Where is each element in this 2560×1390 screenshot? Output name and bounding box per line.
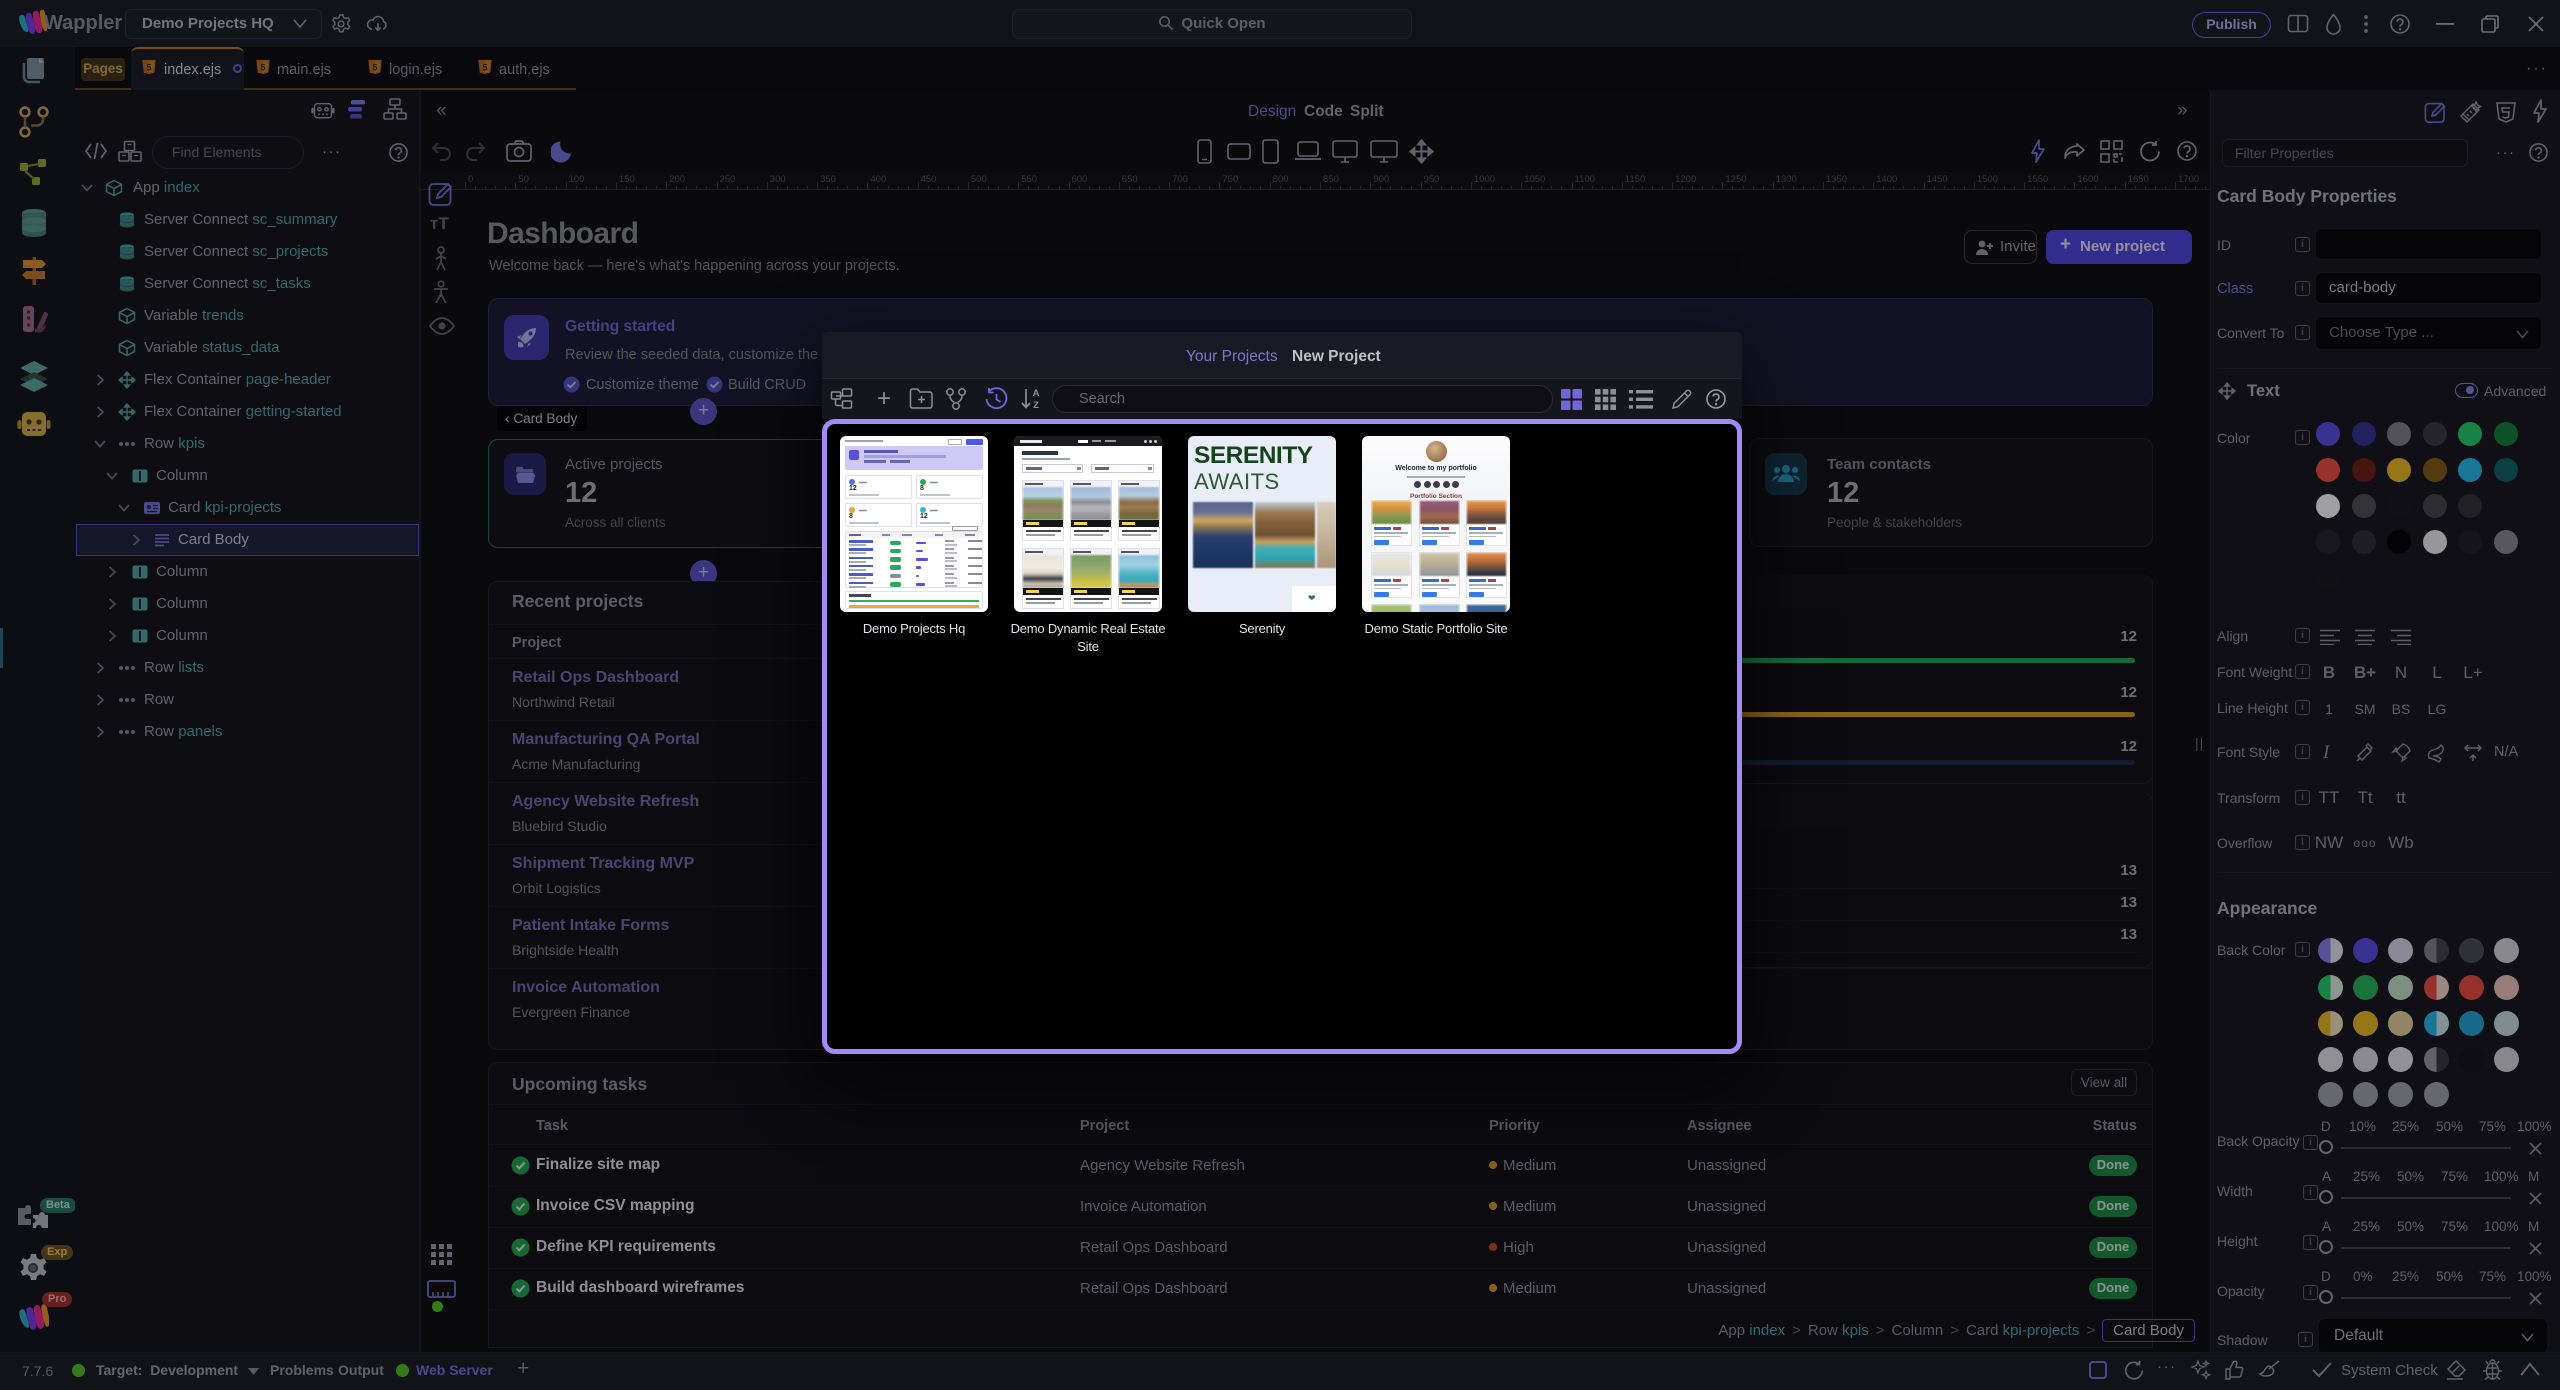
svg-text:A: A [1033, 388, 1040, 399]
svg-text:Z: Z [1033, 400, 1039, 411]
